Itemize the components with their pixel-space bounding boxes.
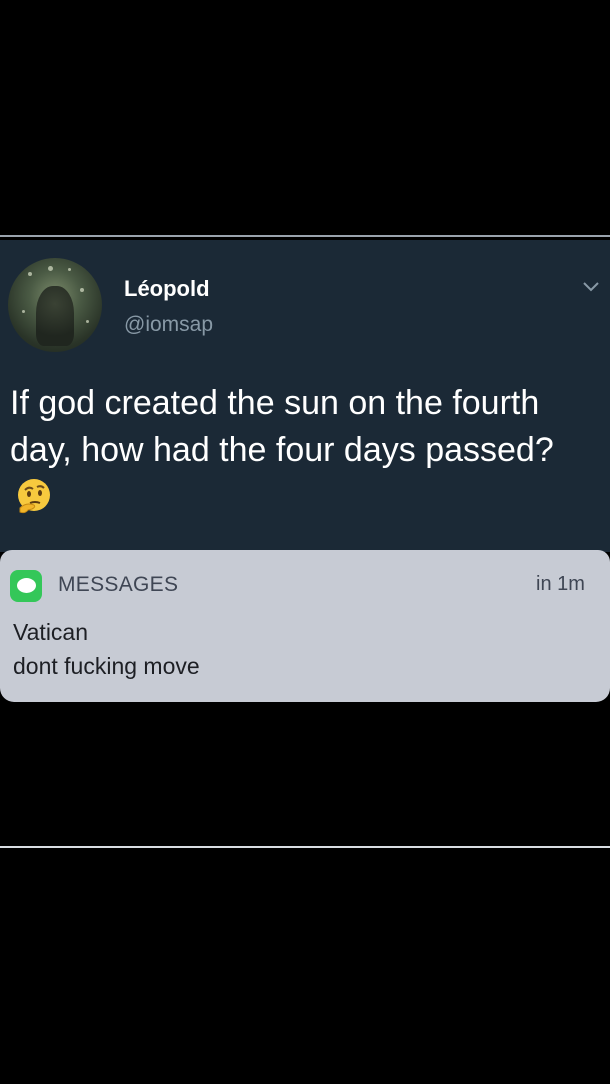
- tweet-body: If god created the sun on the fourth day…: [10, 384, 554, 469]
- thinking-face-emoji: [18, 479, 50, 514]
- notification-message: dont fucking move: [13, 653, 200, 679]
- bottom-divider: [0, 846, 610, 848]
- messages-bubble: [17, 578, 36, 593]
- notification-sender: Vatican: [13, 619, 89, 645]
- user-handle[interactable]: @iomsap: [124, 313, 213, 337]
- notification-time: in 1m: [536, 573, 585, 595]
- display-name[interactable]: Léopold: [124, 276, 210, 302]
- tweet-text: If god created the sun on the fourth day…: [10, 380, 600, 521]
- notification-app-name: MESSAGES: [58, 573, 179, 596]
- chevron-down-icon[interactable]: [580, 276, 602, 296]
- avatar[interactable]: [8, 258, 102, 352]
- top-divider: [0, 235, 610, 237]
